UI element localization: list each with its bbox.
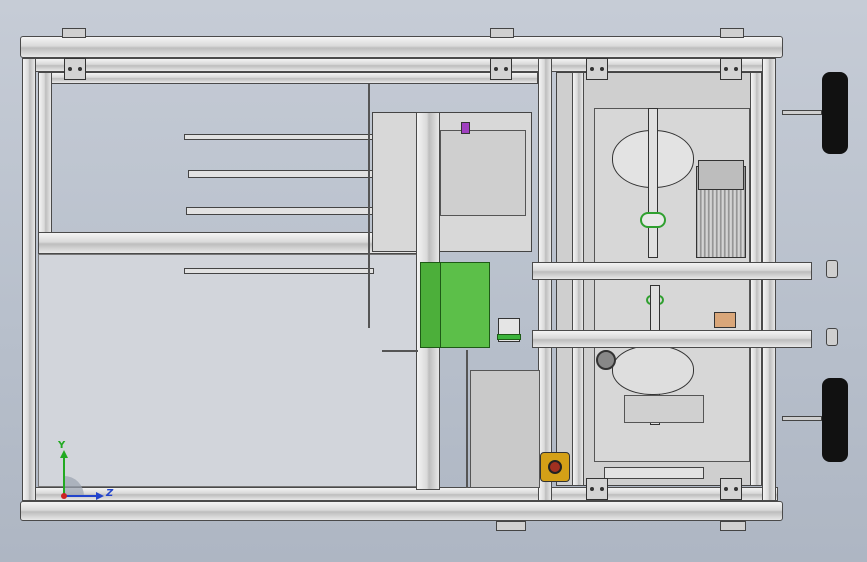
upper-shaft — [648, 108, 658, 258]
foot-2 — [490, 28, 514, 38]
triad-y-label: Y — [58, 440, 66, 451]
idler-pulley — [596, 350, 616, 370]
bracket-bottom-2 — [720, 478, 742, 500]
cad-model-view[interactable] — [0, 0, 867, 562]
lower-adjust-handle[interactable] — [826, 328, 838, 346]
adjust-rod-upper — [532, 262, 812, 280]
bracket-bottom-1 — [586, 478, 608, 500]
triad-quarter-disc — [64, 476, 84, 496]
lower-wheel-stud — [782, 416, 822, 421]
upper-wheel-stud — [782, 110, 822, 115]
triad-z-label: Z — [106, 488, 114, 499]
foot-4 — [496, 521, 526, 531]
central-upper-frame — [440, 130, 526, 216]
foot-3 — [720, 28, 744, 38]
upper-handwheel[interactable] — [822, 72, 848, 154]
bracket-top-3 — [586, 58, 608, 80]
guide-rod-2 — [188, 170, 378, 178]
sensor-green-ring — [497, 334, 521, 340]
mid-horizontal-rail — [38, 232, 418, 254]
base-plate — [20, 501, 783, 521]
detail-line-2 — [466, 350, 468, 488]
triad-y-arrow — [60, 450, 68, 458]
foot-1 — [62, 28, 86, 38]
frame-top-rail — [24, 58, 776, 72]
upper-window-top — [38, 72, 538, 84]
triad-z-arrow — [96, 492, 104, 500]
top-cover-rail — [20, 36, 783, 58]
emergency-stop-center — [548, 460, 562, 474]
upper-adjust-handle[interactable] — [826, 260, 838, 278]
bracket-top-4 — [720, 58, 742, 80]
green-coupling-1 — [640, 212, 666, 228]
upper-window-left — [38, 72, 52, 244]
lower-center-housing — [470, 370, 540, 488]
orange-spacer — [714, 312, 736, 328]
frame-bottom-rail — [22, 487, 778, 501]
guide-rod-3 — [186, 207, 376, 215]
purple-marker — [461, 122, 470, 134]
bottom-cylinder — [604, 467, 704, 479]
foot-5 — [720, 521, 746, 531]
detail-line-1 — [368, 84, 370, 328]
motor-cap — [698, 160, 744, 190]
guide-rod-1 — [184, 134, 374, 140]
adjust-rod-lower — [532, 330, 812, 348]
green-guard-shadow — [440, 262, 490, 348]
coordinate-triad: Y Z — [50, 440, 120, 506]
lower-block — [624, 395, 704, 423]
bracket-top-2 — [490, 58, 512, 80]
frame-left-post — [22, 58, 36, 501]
lower-handwheel[interactable] — [822, 378, 848, 462]
detail-line-3 — [382, 350, 418, 352]
guide-rod-4 — [184, 268, 374, 274]
lower-wheel — [612, 345, 694, 395]
triad-origin — [61, 493, 67, 499]
bracket-top-1 — [64, 58, 86, 80]
